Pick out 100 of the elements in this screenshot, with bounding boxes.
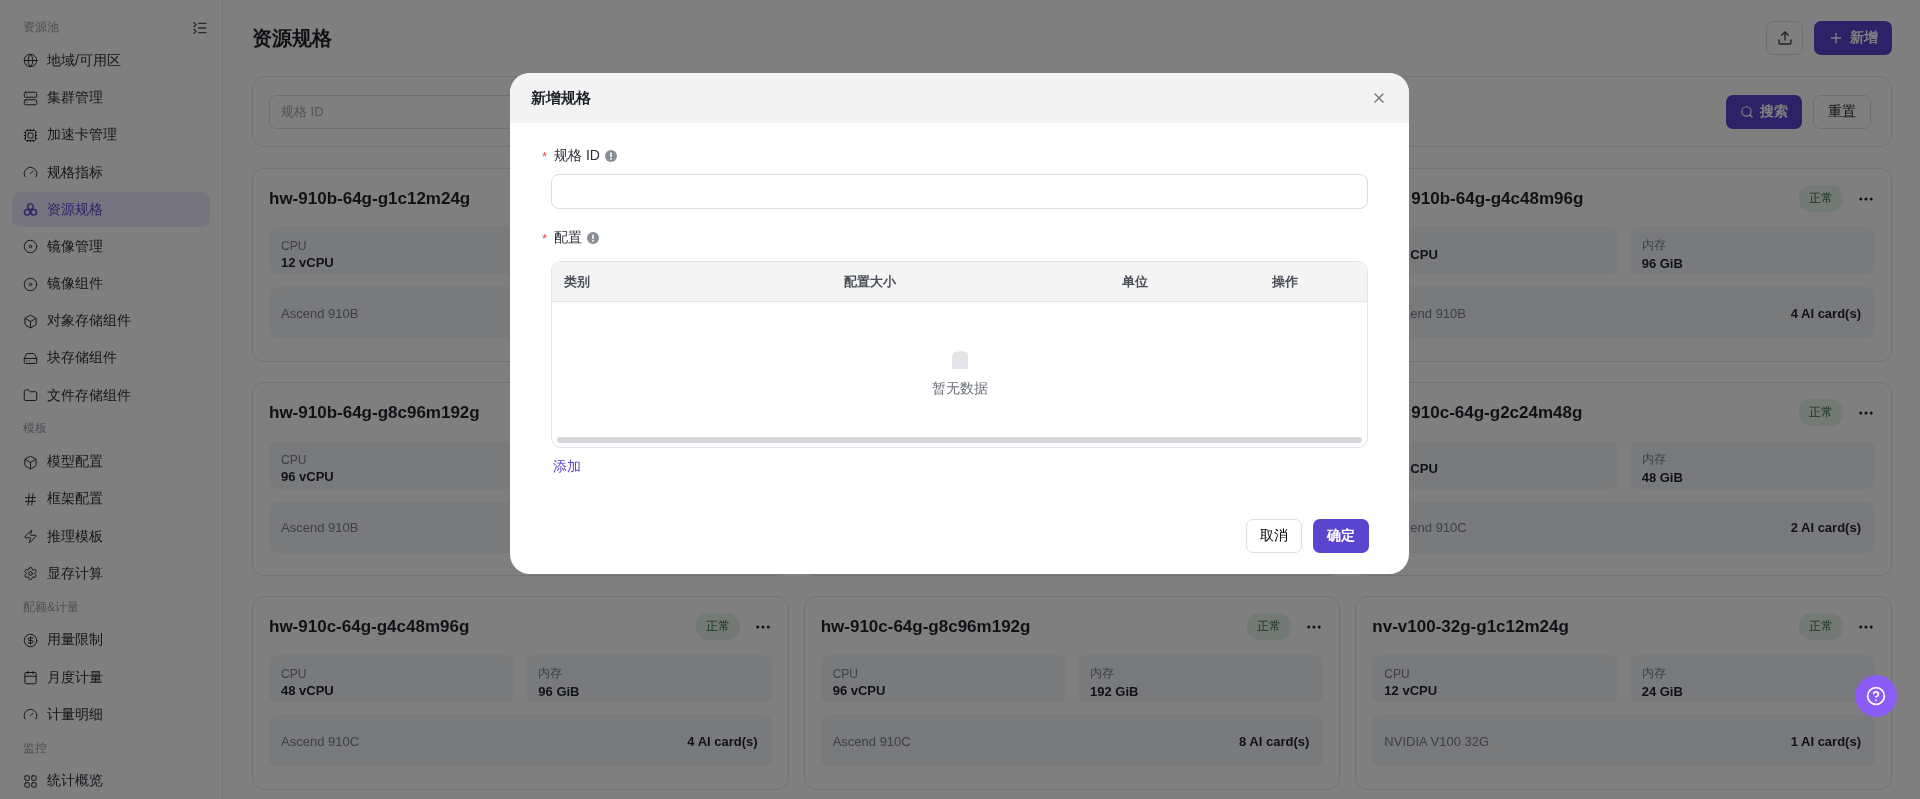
status-badge: 正常 bbox=[1799, 613, 1843, 640]
confirm-button[interactable]: 确定 bbox=[1313, 519, 1369, 553]
ai-card-count: 4 AI card(s) bbox=[687, 733, 758, 749]
export-button[interactable] bbox=[1766, 21, 1803, 55]
search-icon bbox=[1740, 104, 1754, 119]
cpu-label: CPU bbox=[281, 452, 308, 467]
add-button[interactable]: 新增 bbox=[1814, 21, 1892, 55]
menu-icon bbox=[23, 454, 38, 470]
menu-icon bbox=[23, 773, 38, 789]
cpu-label: CPU bbox=[1384, 666, 1411, 681]
cancel-button[interactable]: 取消 bbox=[1246, 519, 1302, 553]
sidebar-item[interactable]: 统计概览 bbox=[12, 763, 210, 799]
spec-title: 910c-64g-g2c24m48g bbox=[1411, 402, 1583, 423]
sidebar-item[interactable]: 地域/可用区 bbox=[12, 43, 210, 79]
status-badge: 正常 bbox=[1247, 613, 1292, 640]
accelerator-name: end 910C bbox=[1410, 519, 1467, 535]
menu-icon bbox=[23, 529, 38, 545]
sidebar-item[interactable]: 推理模板 bbox=[12, 519, 210, 555]
info-icon bbox=[587, 232, 600, 244]
cpu-value: CPU bbox=[1410, 246, 1439, 262]
memory-value: 48 GiB bbox=[1641, 470, 1684, 485]
menu-icon bbox=[23, 350, 38, 366]
sidebar-item[interactable]: 计量明细 bbox=[12, 697, 210, 733]
menu-icon bbox=[23, 566, 38, 582]
scrollbar[interactable] bbox=[557, 437, 1362, 443]
empty-text: 暂无数据 bbox=[931, 379, 988, 398]
cpu-value: 12 vCPU bbox=[1384, 682, 1439, 698]
memory-label: 内存 bbox=[1641, 451, 1667, 468]
spec-title: nv-v100-32g-g1c12m24g bbox=[1372, 616, 1569, 637]
spec-title: hw-910b-64g-g8c96m192g bbox=[269, 402, 480, 423]
memory-value: 96 GiB bbox=[538, 684, 581, 699]
ai-card-count: 4 AI card(s) bbox=[1790, 305, 1861, 321]
menu-icon bbox=[23, 239, 38, 255]
search-button[interactable]: 搜索 bbox=[1726, 94, 1802, 129]
sidebar-item[interactable]: 模型配置 bbox=[12, 444, 210, 480]
add-link[interactable]: 添加 bbox=[553, 458, 581, 476]
cpu-label: CPU bbox=[281, 666, 308, 681]
spec-title: hw-910b-64g-g1c12m24g bbox=[269, 188, 471, 209]
memory-value: 192 GiB bbox=[1090, 684, 1140, 699]
sidebar-item[interactable]: 集群管理 bbox=[12, 80, 210, 116]
cpu-value: 48 vCPU bbox=[281, 682, 335, 698]
spec-id-field[interactable] bbox=[551, 174, 1368, 209]
status-badge: 正常 bbox=[695, 613, 740, 640]
cpu-value: 96 vCPU bbox=[281, 468, 335, 484]
field-label: 配置 bbox=[554, 229, 583, 247]
sidebar-item[interactable]: 镜像组件 bbox=[12, 266, 210, 302]
spec-title: 910b-64g-g4c48m96g bbox=[1411, 188, 1584, 209]
ai-card-count: 8 AI card(s) bbox=[1239, 733, 1310, 749]
memory-label: 内存 bbox=[1090, 665, 1115, 682]
cpu-value: 96 vCPU bbox=[832, 682, 887, 698]
collapse-icon[interactable] bbox=[192, 19, 208, 36]
sidebar-item[interactable]: 显存计算 bbox=[12, 556, 210, 592]
ai-card-count: 1 AI card(s) bbox=[1790, 733, 1861, 749]
circles-icon bbox=[23, 202, 38, 218]
sidebar-item[interactable]: 用量限制 bbox=[12, 622, 210, 658]
menu-icon bbox=[23, 53, 38, 69]
column-header: 单位 bbox=[1121, 272, 1149, 291]
status-badge: 正常 bbox=[1799, 399, 1843, 426]
sidebar-item[interactable]: 块存储组件 bbox=[12, 340, 210, 377]
sidebar-item[interactable]: 资源规格 bbox=[12, 192, 210, 228]
menu-icon bbox=[23, 276, 38, 292]
column-header: 类别 bbox=[563, 272, 591, 291]
plus-icon bbox=[1828, 30, 1844, 46]
accelerator-name: end 910B bbox=[1410, 305, 1466, 321]
reset-button[interactable]: 重置 bbox=[1813, 94, 1871, 129]
required-mark: * bbox=[542, 230, 548, 246]
cpu-value: CPU bbox=[1410, 460, 1439, 476]
help-icon bbox=[1866, 686, 1886, 706]
field-label: 规格 ID bbox=[554, 147, 600, 165]
sidebar-item[interactable]: 月度计量 bbox=[12, 659, 210, 696]
status-badge: 正常 bbox=[1799, 185, 1843, 212]
cpu-label: CPU bbox=[832, 666, 859, 681]
sidebar-item[interactable]: 加速卡管理 bbox=[12, 117, 210, 153]
sidebar-item[interactable]: 文件存储组件 bbox=[12, 378, 210, 414]
info-icon bbox=[604, 150, 617, 162]
spec-title: hw-910c-64g-g4c48m96g bbox=[269, 616, 470, 637]
memory-label: 内存 bbox=[1641, 237, 1667, 254]
required-mark: * bbox=[542, 148, 548, 164]
accelerator-name: Ascend 910C bbox=[832, 733, 911, 749]
menu-icon bbox=[23, 491, 38, 507]
page-title: 资源规格 bbox=[252, 25, 332, 51]
ai-card-count: 2 AI card(s) bbox=[1790, 519, 1861, 535]
sidebar-item[interactable]: 对象存储组件 bbox=[12, 303, 210, 339]
sidebar-item[interactable]: 框架配置 bbox=[12, 481, 210, 517]
menu-icon bbox=[23, 670, 38, 686]
memory-label: 内存 bbox=[1641, 665, 1667, 682]
column-header: 操作 bbox=[1271, 272, 1299, 291]
upload-icon bbox=[1776, 30, 1793, 46]
accelerator-name: Ascend 910B bbox=[281, 305, 359, 321]
memory-label: 内存 bbox=[538, 665, 564, 682]
sidebar-item[interactable]: 规格指标 bbox=[12, 154, 210, 191]
column-header: 配置大小 bbox=[843, 272, 897, 291]
sidebar-item[interactable]: 镜像管理 bbox=[12, 229, 210, 265]
memory-value: 24 GiB bbox=[1641, 684, 1684, 699]
accelerator-name: NVIDIA V100 32G bbox=[1384, 733, 1490, 749]
menu-icon bbox=[23, 632, 38, 648]
cpu-label: CPU bbox=[281, 238, 308, 253]
menu-icon bbox=[23, 313, 38, 329]
memory-value: 96 GiB bbox=[1641, 256, 1684, 271]
cpu-value: 12 vCPU bbox=[281, 254, 335, 270]
